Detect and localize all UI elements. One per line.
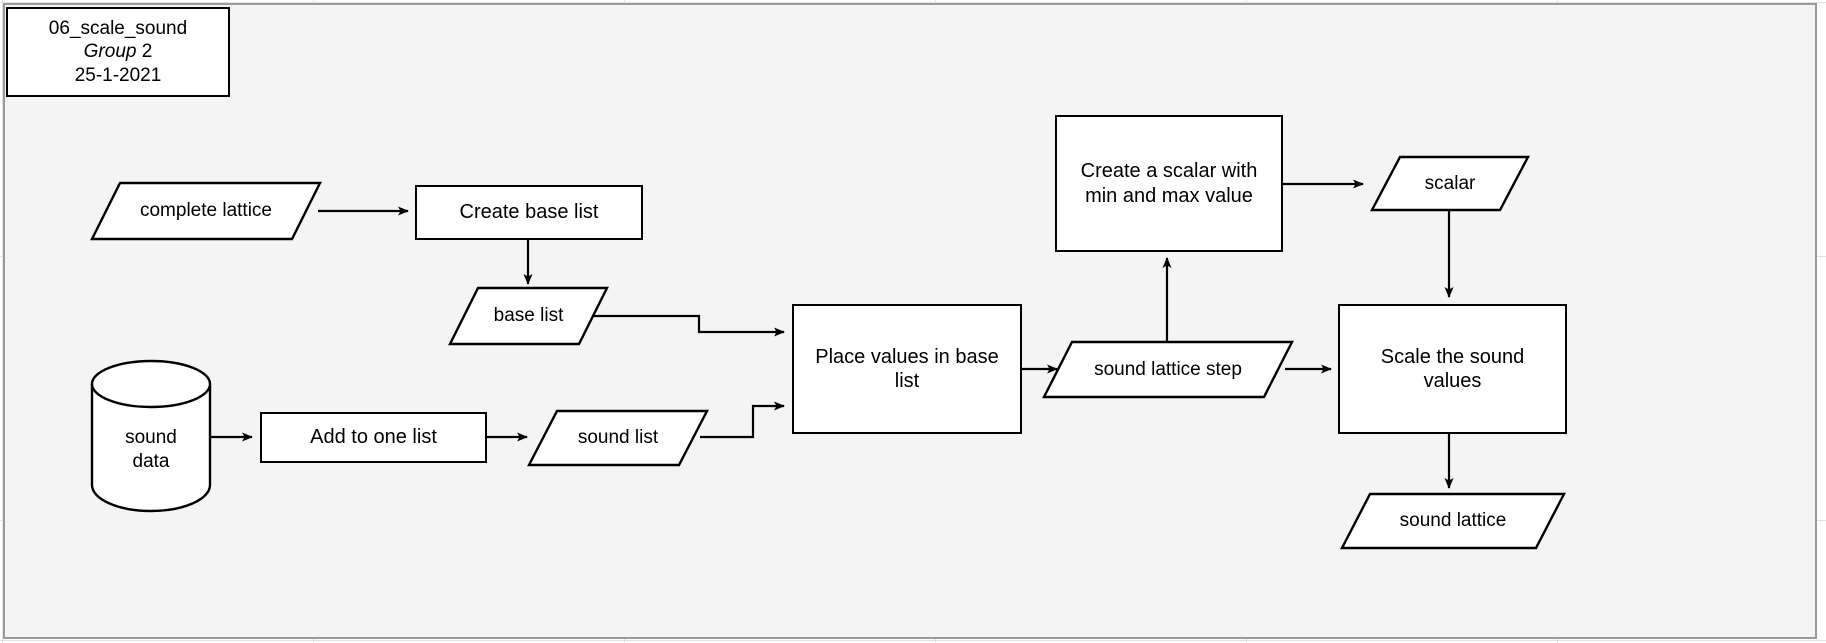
node-label-line2: data <box>132 450 170 472</box>
node-label-line1: Create a scalar with <box>1080 160 1258 183</box>
node-scale-sound-values[interactable]: Scale the sound values <box>1338 304 1567 434</box>
title-group: Group 2 <box>84 40 153 63</box>
node-label-line2: values <box>1423 370 1482 392</box>
node-sound-data[interactable]: sound data <box>90 359 212 514</box>
node-label: sound lattice <box>1399 510 1507 532</box>
title-group-word: Group <box>83 41 137 63</box>
node-add-to-one-list[interactable]: Add to one list <box>260 412 487 463</box>
node-sound-lattice-step[interactable]: sound lattice step <box>1042 340 1294 399</box>
node-label: sound lattice step <box>1094 358 1242 380</box>
node-complete-lattice[interactable]: complete lattice <box>90 181 322 241</box>
node-base-list[interactable]: base list <box>448 286 609 346</box>
node-label-line1: Place values in base <box>815 345 999 368</box>
node-place-values[interactable]: Place values in base list <box>792 304 1022 434</box>
title-name: 06_scale_sound <box>48 18 188 40</box>
node-label-line2: min and max value <box>1085 184 1253 207</box>
title-group-number: 2 <box>141 41 153 63</box>
node-label-line1: sound <box>125 427 177 449</box>
page-gridline <box>0 640 1826 641</box>
node-label: sound data <box>125 426 177 472</box>
node-label-line2: list <box>894 370 920 392</box>
title-block: 06_scale_sound Group 2 25-1-2021 <box>6 7 230 97</box>
node-create-scalar[interactable]: Create a scalar with min and max value <box>1055 115 1283 252</box>
diagram-stage: 06_scale_sound Group 2 25-1-2021 complet… <box>0 0 1826 643</box>
node-label: base list <box>493 305 564 327</box>
node-sound-list[interactable]: sound list <box>527 409 709 467</box>
node-label: sound list <box>577 427 659 449</box>
node-label: Add to one list <box>310 426 437 449</box>
node-create-base-list[interactable]: Create base list <box>415 185 643 240</box>
node-sound-lattice[interactable]: sound lattice <box>1340 492 1566 550</box>
node-scalar[interactable]: scalar <box>1370 155 1530 212</box>
node-label: complete lattice <box>139 200 272 222</box>
node-label: Create base list <box>459 201 599 224</box>
title-date: 25-1-2021 <box>74 64 162 86</box>
node-label-line1: Scale the sound <box>1380 345 1525 368</box>
node-label: scalar <box>1424 172 1476 194</box>
